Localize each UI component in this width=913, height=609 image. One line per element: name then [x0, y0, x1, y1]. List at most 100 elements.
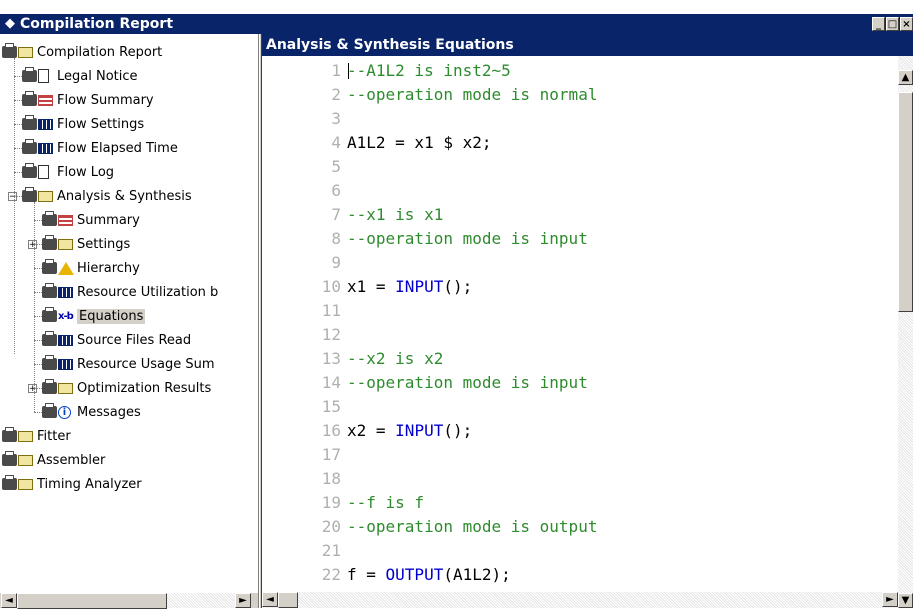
- scroll-up-button[interactable]: ▲: [898, 70, 913, 85]
- expand-icon[interactable]: +: [28, 240, 37, 250]
- tree-item-timing-analyzer[interactable]: +Timing Analyzer: [2, 472, 142, 496]
- code-text: x2 =: [347, 421, 396, 440]
- code-horizontal-scrollbar[interactable]: ◄ ►: [262, 592, 898, 608]
- tree-item-source-files-read[interactable]: Source Files Read: [42, 328, 191, 352]
- folder-icon: [38, 190, 53, 202]
- tree-item-label: Source Files Read: [77, 332, 192, 348]
- expand-icon[interactable]: +: [28, 384, 37, 394]
- table-icon: [58, 286, 73, 298]
- code-line: 3: [262, 108, 347, 130]
- tree-item-hierarchy[interactable]: Hierarchy: [42, 256, 140, 280]
- scroll-down-button[interactable]: ▼: [898, 593, 913, 608]
- equations-icon: x-b: [58, 310, 74, 322]
- code-comment: --operation mode is input: [347, 373, 588, 392]
- tree-horizontal-scrollbar[interactable]: ◄ ►: [0, 592, 258, 609]
- code-line: 14 --operation mode is input: [262, 372, 588, 394]
- tree-item-flow-elapsed-time[interactable]: Flow Elapsed Time: [22, 136, 178, 160]
- report-printer-icon: [22, 91, 54, 108]
- tree-item-label: Legal Notice: [57, 68, 138, 84]
- code-hscroll-thumb[interactable]: [278, 592, 298, 608]
- code-keyword: INPUT: [395, 277, 444, 296]
- scroll-right-button[interactable]: ►: [235, 593, 251, 608]
- tree-item-equations[interactable]: x-b Equations: [42, 304, 146, 328]
- window-title-bar: ◆ Compilation Report _ □ ×: [0, 14, 913, 34]
- close-button[interactable]: ×: [900, 17, 913, 31]
- tree-item-label: Summary: [77, 212, 140, 228]
- maximize-button[interactable]: □: [886, 17, 899, 31]
- code-vertical-scrollbar[interactable]: ▲ ▼: [898, 56, 913, 608]
- code-text: x1 =: [347, 277, 396, 296]
- code-comment: --x1 is x1: [347, 205, 444, 224]
- tree-item-analysis-synthesis[interactable]: − Analysis & Synthesis: [8, 184, 192, 208]
- report-printer-icon: [42, 283, 74, 300]
- line-number: 18: [321, 469, 341, 488]
- code-text: (A1L2);: [443, 565, 511, 584]
- tree-scroll-track[interactable]: [167, 593, 235, 608]
- report-printer-icon: [2, 427, 34, 444]
- tree-connector: [14, 76, 22, 77]
- code-line: 8 --operation mode is input: [262, 228, 588, 250]
- tree-item-summary[interactable]: Summary: [42, 208, 140, 232]
- tree-item-compilation-report[interactable]: Compilation Report: [2, 40, 162, 64]
- code-line: 4 A1L2 = x1 $ x2;: [262, 132, 491, 154]
- line-number: 11: [321, 301, 341, 320]
- collapse-icon[interactable]: −: [8, 192, 17, 202]
- scroll-left-button[interactable]: ◄: [1, 593, 17, 608]
- tree-item-label: Flow Elapsed Time: [57, 140, 178, 156]
- tree-connector: [14, 124, 22, 125]
- tree-item-resource-utilization[interactable]: Resource Utilization b: [42, 280, 218, 304]
- line-number: 1: [331, 61, 341, 80]
- line-number: 13: [321, 349, 341, 368]
- code-comment: --A1L2 is inst2~5: [347, 61, 511, 80]
- code-text: ();: [443, 421, 473, 440]
- code-line: 7 --x1 is x1: [262, 204, 443, 226]
- tree-connector: [34, 292, 42, 293]
- window-controls: _ □ ×: [872, 17, 913, 31]
- code-line: 21: [262, 540, 347, 562]
- tree-item-assembler[interactable]: +Assembler: [2, 448, 105, 472]
- line-number: 15: [321, 397, 341, 416]
- scroll-left-button[interactable]: ◄: [262, 592, 278, 607]
- tree-connector: [34, 202, 35, 412]
- tree-item-messages[interactable]: i Messages: [42, 400, 141, 424]
- minimize-button[interactable]: _: [872, 17, 885, 31]
- report-printer-icon: [22, 139, 54, 156]
- tree-item-settings[interactable]: + Settings: [28, 232, 130, 256]
- line-number: 9: [331, 253, 341, 272]
- tree-item-legal-notice[interactable]: Legal Notice: [22, 64, 138, 88]
- tree-connector: [14, 100, 22, 101]
- report-printer-icon: [42, 331, 74, 348]
- tree-connector: [34, 220, 42, 221]
- code-comment: --f is f: [347, 493, 425, 512]
- tree-item-fitter[interactable]: +Fitter: [2, 424, 71, 448]
- tree-item-flow-settings[interactable]: Flow Settings: [22, 112, 144, 136]
- code-keyword: INPUT: [395, 421, 444, 440]
- tree-item-label: Assembler: [37, 452, 106, 468]
- table-icon: [38, 118, 53, 130]
- equations-code-view[interactable]: 1 --A1L2 is inst2~5 2 --operation mode is n…: [262, 60, 898, 590]
- code-scroll-thumb[interactable]: [898, 92, 913, 312]
- report-printer-icon: [2, 451, 34, 468]
- scroll-right-button[interactable]: ►: [882, 592, 898, 607]
- report-printer-icon: x-b: [42, 307, 74, 324]
- tree-item-label: Resource Utilization b: [77, 284, 219, 300]
- line-number: 20: [321, 517, 341, 536]
- tree-item-label: Analysis & Synthesis: [57, 188, 192, 204]
- code-line: 18: [262, 468, 347, 490]
- tree-item-flow-log[interactable]: Flow Log: [22, 160, 114, 184]
- code-line: 16 x2 = INPUT();: [262, 420, 473, 442]
- line-number: 10: [321, 277, 341, 296]
- window-title: Compilation Report: [20, 16, 174, 32]
- line-number: 22: [321, 565, 341, 584]
- table-icon: [58, 334, 73, 346]
- tree-item-optimization-results[interactable]: + Optimization Results: [28, 376, 211, 400]
- tree-item-resource-usage-summary[interactable]: Resource Usage Sum: [42, 352, 215, 376]
- folder-icon: [58, 238, 73, 250]
- code-comment: --operation mode is input: [347, 229, 588, 248]
- tree-item-label: Flow Summary: [57, 92, 154, 108]
- report-printer-icon: [22, 187, 54, 204]
- folder-icon: [18, 46, 33, 58]
- tree-item-flow-summary[interactable]: Flow Summary: [22, 88, 154, 112]
- code-line: 11: [262, 300, 347, 322]
- tree-scroll-thumb[interactable]: [17, 593, 167, 609]
